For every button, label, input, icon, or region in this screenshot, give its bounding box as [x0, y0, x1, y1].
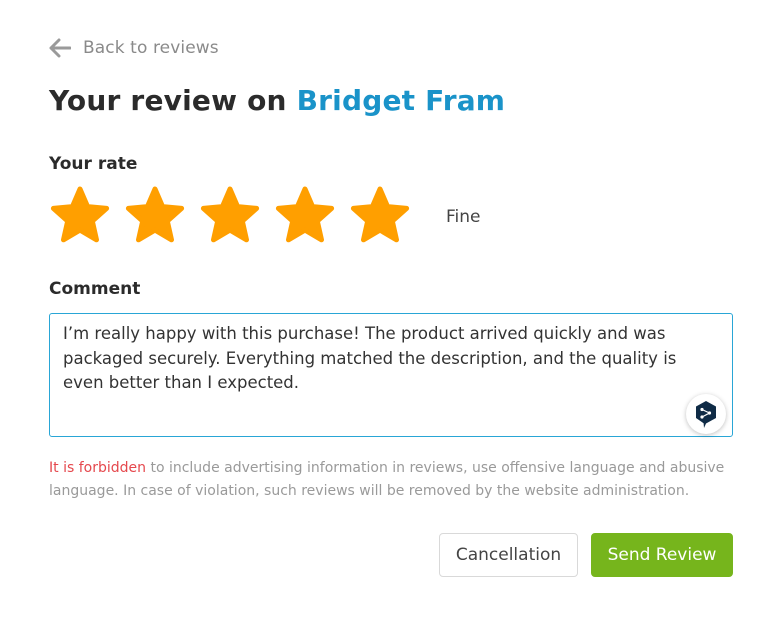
star-rating[interactable] — [49, 186, 424, 248]
star-icon — [125, 186, 185, 243]
notice-warning: It is forbidden — [49, 460, 146, 476]
star-icon — [200, 186, 260, 243]
star-icon — [275, 186, 335, 243]
review-page: Back to reviews Your review on Bridget F… — [0, 0, 770, 619]
seller-name: Bridget Fram — [296, 84, 506, 117]
comment-box: I’m really happy with this purchase! The… — [49, 313, 733, 437]
star-icon — [350, 186, 410, 243]
star-1[interactable] — [49, 186, 111, 248]
translate-assist-button[interactable] — [686, 394, 726, 434]
star-icon — [50, 186, 110, 243]
notice-text: to include advertising information in re… — [49, 460, 725, 499]
rating-label: Your rate — [49, 154, 138, 174]
cancel-button[interactable]: Cancellation — [439, 533, 578, 577]
review-rules-notice: It is forbidden to include advertising i… — [49, 457, 739, 503]
page-title: Your review on Bridget Fram — [49, 84, 505, 117]
rating-description: Fine — [446, 207, 481, 227]
star-3[interactable] — [199, 186, 261, 248]
star-4[interactable] — [274, 186, 336, 248]
star-5[interactable] — [349, 186, 411, 248]
comment-textarea[interactable]: I’m really happy with this purchase! The… — [50, 314, 732, 436]
star-2[interactable] — [124, 186, 186, 248]
back-to-reviews-link[interactable]: Back to reviews — [49, 36, 219, 60]
comment-label: Comment — [49, 279, 141, 299]
deepl-translate-icon — [696, 401, 716, 428]
arrow-left-icon — [49, 38, 71, 58]
send-review-button[interactable]: Send Review — [591, 533, 733, 577]
title-prefix: Your review on — [49, 84, 287, 117]
back-link-label: Back to reviews — [83, 38, 219, 58]
